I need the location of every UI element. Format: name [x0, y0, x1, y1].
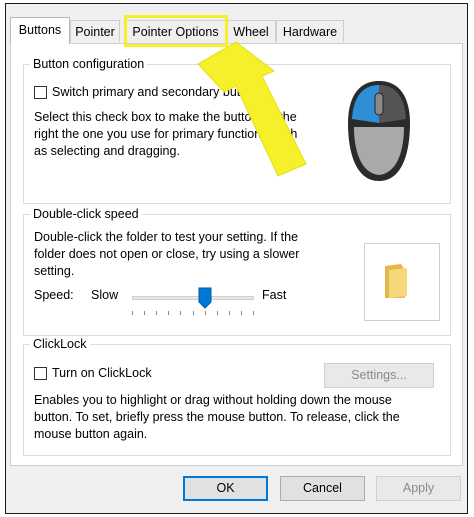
- apply-button-label: Apply: [402, 481, 435, 495]
- speed-slider-ticks: [132, 311, 254, 316]
- clicklock-title: ClickLock: [30, 336, 90, 352]
- speed-slider-thumb[interactable]: [198, 287, 212, 309]
- settings-button-label: Settings...: [351, 368, 407, 382]
- slider-tick: [180, 311, 181, 315]
- slider-tick: [144, 311, 145, 315]
- slider-tick: [217, 311, 218, 315]
- folder-icon: [385, 264, 407, 298]
- slider-tick: [241, 311, 242, 315]
- clicklock-checkbox[interactable]: [34, 367, 47, 380]
- clicklock-desc-line-1: Enables you to highlight or drag without…: [34, 393, 392, 407]
- fast-label: Fast: [262, 288, 287, 302]
- clicklock-settings-button[interactable]: Settings...: [324, 363, 434, 388]
- ok-button-label: OK: [216, 481, 235, 495]
- clicklock-label: Turn on ClickLock: [52, 366, 152, 380]
- speed-label: Speed:: [34, 288, 74, 302]
- slider-tick: [132, 311, 133, 315]
- slider-tick: [193, 311, 194, 315]
- slider-tick: [205, 311, 206, 315]
- slow-label: Slow: [91, 288, 119, 302]
- double-click-title: Double-click speed: [30, 206, 142, 222]
- slider-tick: [253, 311, 254, 315]
- mouse-properties-window: Buttons Pointer Pointer Options Wheel Ha…: [5, 3, 468, 514]
- clicklock-desc-line-2: button. To set, briefly press the mouse …: [34, 410, 400, 424]
- speed-slider[interactable]: [132, 287, 254, 327]
- cancel-button[interactable]: Cancel: [280, 476, 365, 501]
- cancel-button-label: Cancel: [303, 481, 342, 495]
- arrow-annotation-icon: [197, 41, 307, 177]
- ok-button[interactable]: OK: [183, 476, 268, 501]
- speed-slider-track: [132, 296, 254, 300]
- slider-tick: [229, 311, 230, 315]
- double-click-desc-line-1: Double-click the folder to test your set…: [34, 230, 299, 244]
- apply-button[interactable]: Apply: [376, 476, 461, 501]
- slider-tick: [168, 311, 169, 315]
- double-click-desc-line-2: folder does not open or close, try using…: [34, 247, 300, 261]
- test-folder-box[interactable]: [364, 243, 440, 321]
- clicklock-desc-line-3: mouse button again.: [34, 427, 148, 441]
- slider-tick: [156, 311, 157, 315]
- clicklock-group: ClickLock Turn on ClickLock Settings... …: [23, 336, 451, 456]
- double-click-speed-group: Double-click speed Double-click the fold…: [23, 206, 451, 336]
- double-click-desc-line-3: setting.: [34, 264, 75, 278]
